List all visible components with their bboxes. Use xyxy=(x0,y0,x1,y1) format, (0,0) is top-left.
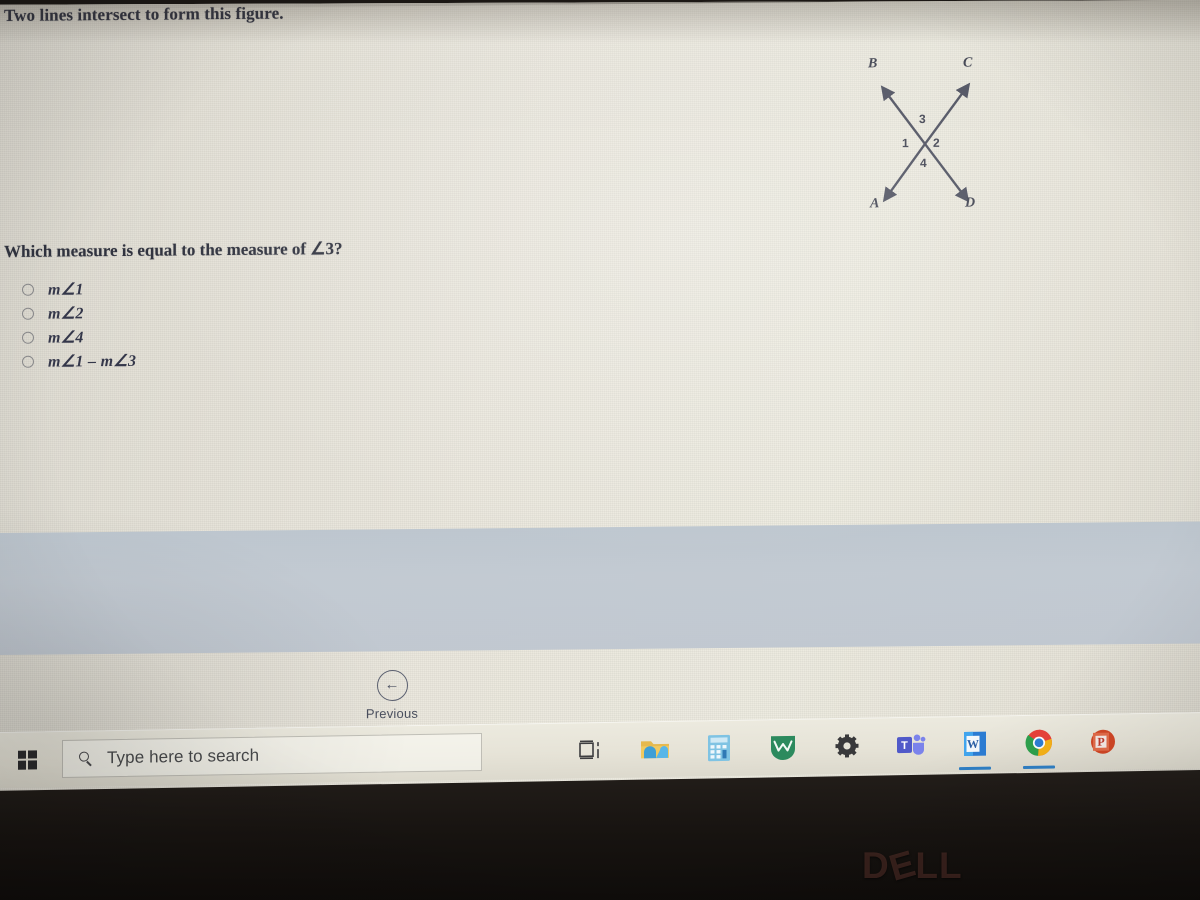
word-active-indicator xyxy=(959,766,991,771)
svg-text:T: T xyxy=(901,740,908,752)
figure-label-d: D xyxy=(965,195,976,211)
radio-button-2[interactable] xyxy=(22,307,34,320)
settings-gear-icon[interactable] xyxy=(830,729,864,764)
search-placeholder: Type here to search xyxy=(107,745,260,768)
laptop-screen: Two lines intersect to form this figure. xyxy=(0,0,1200,792)
figure-angle-2: 2 xyxy=(933,135,940,150)
answer-choices-list: m∠1 m∠2 m∠4 m∠1 – m∠3 xyxy=(22,280,136,370)
chrome-active-indicator xyxy=(1023,765,1055,770)
file-explorer-icon[interactable] xyxy=(638,732,672,767)
search-icon xyxy=(79,751,94,766)
radio-button-3[interactable] xyxy=(22,331,34,344)
figure-label-b: B xyxy=(868,56,878,72)
figure-angle-4: 4 xyxy=(920,155,927,170)
quiz-content: Two lines intersect to form this figure. xyxy=(0,0,1200,792)
windows-logo-icon[interactable] xyxy=(17,749,37,770)
answer-choice-label-4: m∠1 – m∠3 xyxy=(48,352,137,371)
radio-button-1[interactable] xyxy=(22,283,34,296)
google-chrome-icon[interactable] xyxy=(1022,725,1056,770)
answer-choice-1[interactable]: m∠1 xyxy=(22,280,136,298)
answer-choice-3[interactable]: m∠4 xyxy=(22,328,136,346)
answer-choice-label-3: m∠4 xyxy=(48,328,84,347)
taskbar-icons: T W P xyxy=(574,724,1120,771)
figure-label-c: C xyxy=(963,55,973,71)
svg-text:P: P xyxy=(1097,735,1104,749)
powerpoint-icon[interactable]: P xyxy=(1086,724,1120,759)
quiz-prompt: Two lines intersect to form this figure. xyxy=(4,3,284,25)
laptop-photo-screenshot: Two lines intersect to form this figure. xyxy=(0,0,1200,900)
answer-choice-label-2: m∠2 xyxy=(48,304,84,323)
answer-choice-2[interactable]: m∠2 xyxy=(22,304,136,322)
previous-button[interactable]: ← Previous xyxy=(362,669,422,722)
search-input[interactable]: Type here to search xyxy=(62,733,482,778)
geometry-figure: B C A D 3 1 2 4 xyxy=(845,43,1020,230)
figure-angle-1: 1 xyxy=(902,136,909,151)
start-button[interactable] xyxy=(4,749,50,770)
figure-label-a: A xyxy=(870,196,880,212)
wattpad-icon[interactable] xyxy=(766,730,800,765)
dell-logo: DELL xyxy=(862,842,963,889)
figure-angle-3: 3 xyxy=(919,111,926,126)
microsoft-word-icon[interactable]: W xyxy=(958,727,992,771)
answer-choice-label-1: m∠1 xyxy=(48,280,84,299)
radio-button-4[interactable] xyxy=(22,355,34,368)
task-view-icon[interactable] xyxy=(574,733,608,768)
svg-text:W: W xyxy=(967,737,979,751)
microsoft-teams-icon[interactable]: T xyxy=(894,728,928,763)
arrow-left-circle-icon[interactable]: ← xyxy=(376,669,408,702)
calculator-icon[interactable] xyxy=(702,731,736,766)
laptop-bottom-bezel xyxy=(0,770,1200,900)
question-text: Which measure is equal to the measure of… xyxy=(4,239,343,261)
previous-button-label: Previous xyxy=(365,705,419,722)
answer-choice-4[interactable]: m∠1 – m∠3 xyxy=(22,352,136,370)
